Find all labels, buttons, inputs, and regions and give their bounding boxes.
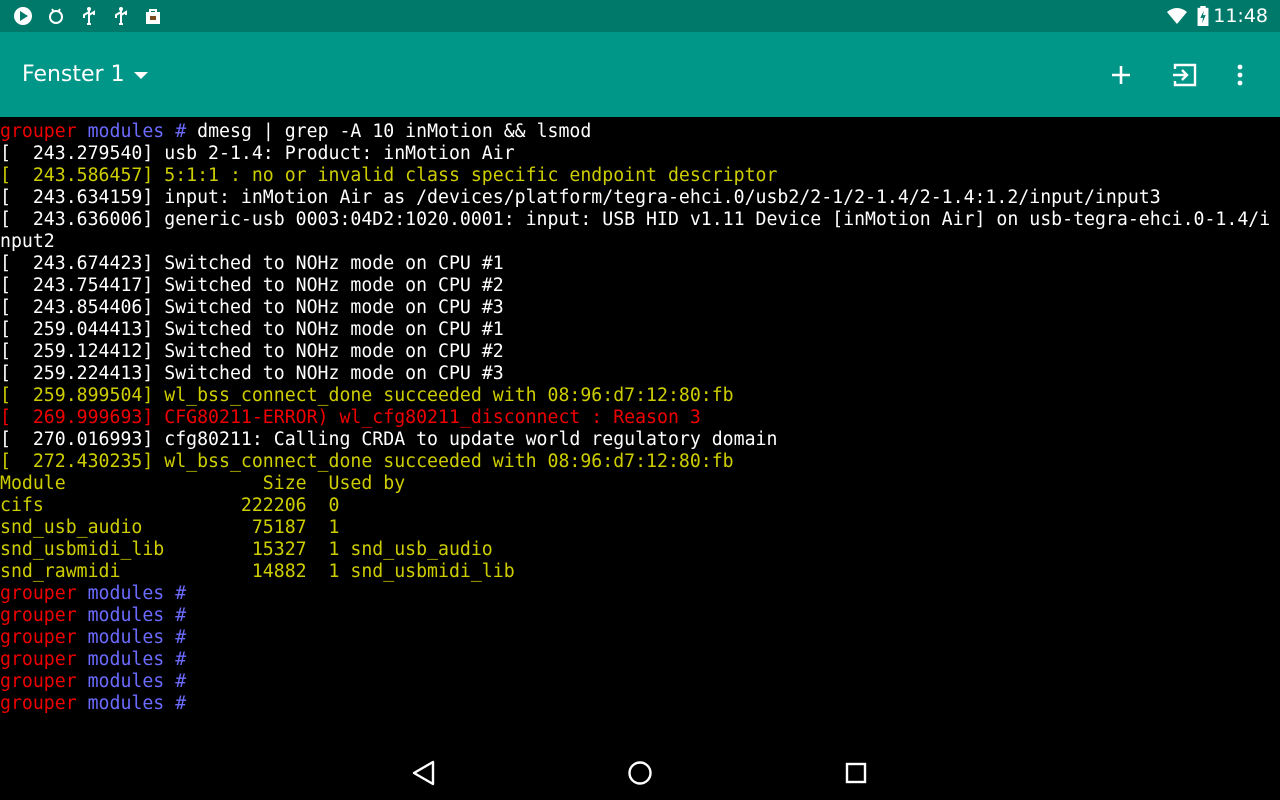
android-debug-icon <box>49 8 63 24</box>
prompt-dir: modules <box>87 121 165 142</box>
log-line: [ 259.899504] wl_bss_connect_done succee… <box>0 385 734 406</box>
shop-bag-icon <box>146 9 160 24</box>
dropdown-arrow-icon <box>133 72 148 79</box>
back-icon[interactable] <box>406 755 442 791</box>
prompt-line: grouper modules # <box>0 671 1280 693</box>
prompt-host: grouper <box>0 693 77 714</box>
log-line: [ 259.124412] Switched to NOHz mode on C… <box>0 341 504 362</box>
window-title: Fenster 1 <box>22 62 125 87</box>
exit-icon[interactable] <box>1170 60 1200 90</box>
prompt-symbol: # <box>175 649 187 670</box>
play-store-icon <box>14 7 32 25</box>
prompt-dir: modules <box>87 583 165 604</box>
window-selector[interactable]: Fenster 1 <box>22 62 148 87</box>
lsmod-line: snd_usbmidi_lib 15327 1 snd_usb_audio <box>0 539 493 560</box>
lsmod-line: snd_rawmidi 14882 1 snd_usbmidi_lib <box>0 561 515 582</box>
prompt-dir: modules <box>87 605 165 626</box>
usb-icon <box>115 7 127 25</box>
prompt-host: grouper <box>0 583 77 604</box>
prompt-symbol: # <box>175 693 187 714</box>
lsmod-line: snd_usb_audio 75187 1 <box>0 517 340 538</box>
log-line: [ 269.999693] CFG80211-ERROR) wl_cfg8021… <box>0 407 701 428</box>
wifi-icon <box>1167 8 1187 24</box>
home-icon[interactable] <box>622 755 658 791</box>
prompt-symbol: # <box>175 671 187 692</box>
prompt-host: grouper <box>0 605 77 626</box>
prompt-symbol: # <box>175 627 187 648</box>
lsmod-line: cifs 222206 0 <box>0 495 340 516</box>
status-bar: 11:48 <box>0 0 1280 32</box>
prompt-host: grouper <box>0 121 77 142</box>
log-line: [ 243.586457] 5:1:1 : no or invalid clas… <box>0 165 778 186</box>
prompt-dir: modules <box>87 649 165 670</box>
prompt-line: grouper modules # <box>0 627 1280 649</box>
prompt-host: grouper <box>0 671 77 692</box>
prompt-line: grouper modules # <box>0 583 1280 605</box>
recents-icon[interactable] <box>838 755 874 791</box>
status-time: 11:48 <box>1213 5 1268 27</box>
prompt-symbol: # <box>175 583 187 604</box>
prompt-symbol: # <box>175 121 187 142</box>
prompt-dir: modules <box>87 693 165 714</box>
lsmod-line: Module Size Used by <box>0 473 406 494</box>
prompt-line: grouper modules # <box>0 649 1280 671</box>
app-bar: Fenster 1 <box>0 32 1280 117</box>
log-line: nput2 <box>0 231 55 252</box>
log-line: [ 272.430235] wl_bss_connect_done succee… <box>0 451 734 472</box>
log-line: [ 259.224413] Switched to NOHz mode on C… <box>0 363 504 384</box>
prompt-line: grouper modules # <box>0 693 1280 715</box>
more-vert-icon[interactable] <box>1225 60 1255 90</box>
battery-charging-icon <box>1197 6 1209 26</box>
navigation-bar <box>0 745 1280 800</box>
log-line: [ 243.279540] usb 2-1.4: Product: inMoti… <box>0 143 515 164</box>
prompt-line: grouper modules # <box>0 605 1280 627</box>
log-line: [ 270.016993] cfg80211: Calling CRDA to … <box>0 429 778 450</box>
prompt-host: grouper <box>0 649 77 670</box>
log-line: [ 243.674423] Switched to NOHz mode on C… <box>0 253 504 274</box>
command-text: dmesg | grep -A 10 inMotion && lsmod <box>197 121 592 142</box>
add-icon[interactable] <box>1106 60 1136 90</box>
prompt-dir: modules <box>87 671 165 692</box>
prompt-host: grouper <box>0 627 77 648</box>
prompt-line: grouper modules # dmesg | grep -A 10 inM… <box>0 121 1280 143</box>
log-line: [ 243.854406] Switched to NOHz mode on C… <box>0 297 504 318</box>
usb-icon <box>83 7 95 25</box>
prompt-dir: modules <box>87 627 165 648</box>
log-line: [ 259.044413] Switched to NOHz mode on C… <box>0 319 504 340</box>
log-line: [ 243.634159] input: inMotion Air as /de… <box>0 187 1161 208</box>
log-line: [ 243.754417] Switched to NOHz mode on C… <box>0 275 504 296</box>
terminal-output[interactable]: grouper modules # dmesg | grep -A 10 inM… <box>0 121 1280 745</box>
log-line: [ 243.636006] generic-usb 0003:04D2:1020… <box>0 209 1271 230</box>
prompt-symbol: # <box>175 605 187 626</box>
